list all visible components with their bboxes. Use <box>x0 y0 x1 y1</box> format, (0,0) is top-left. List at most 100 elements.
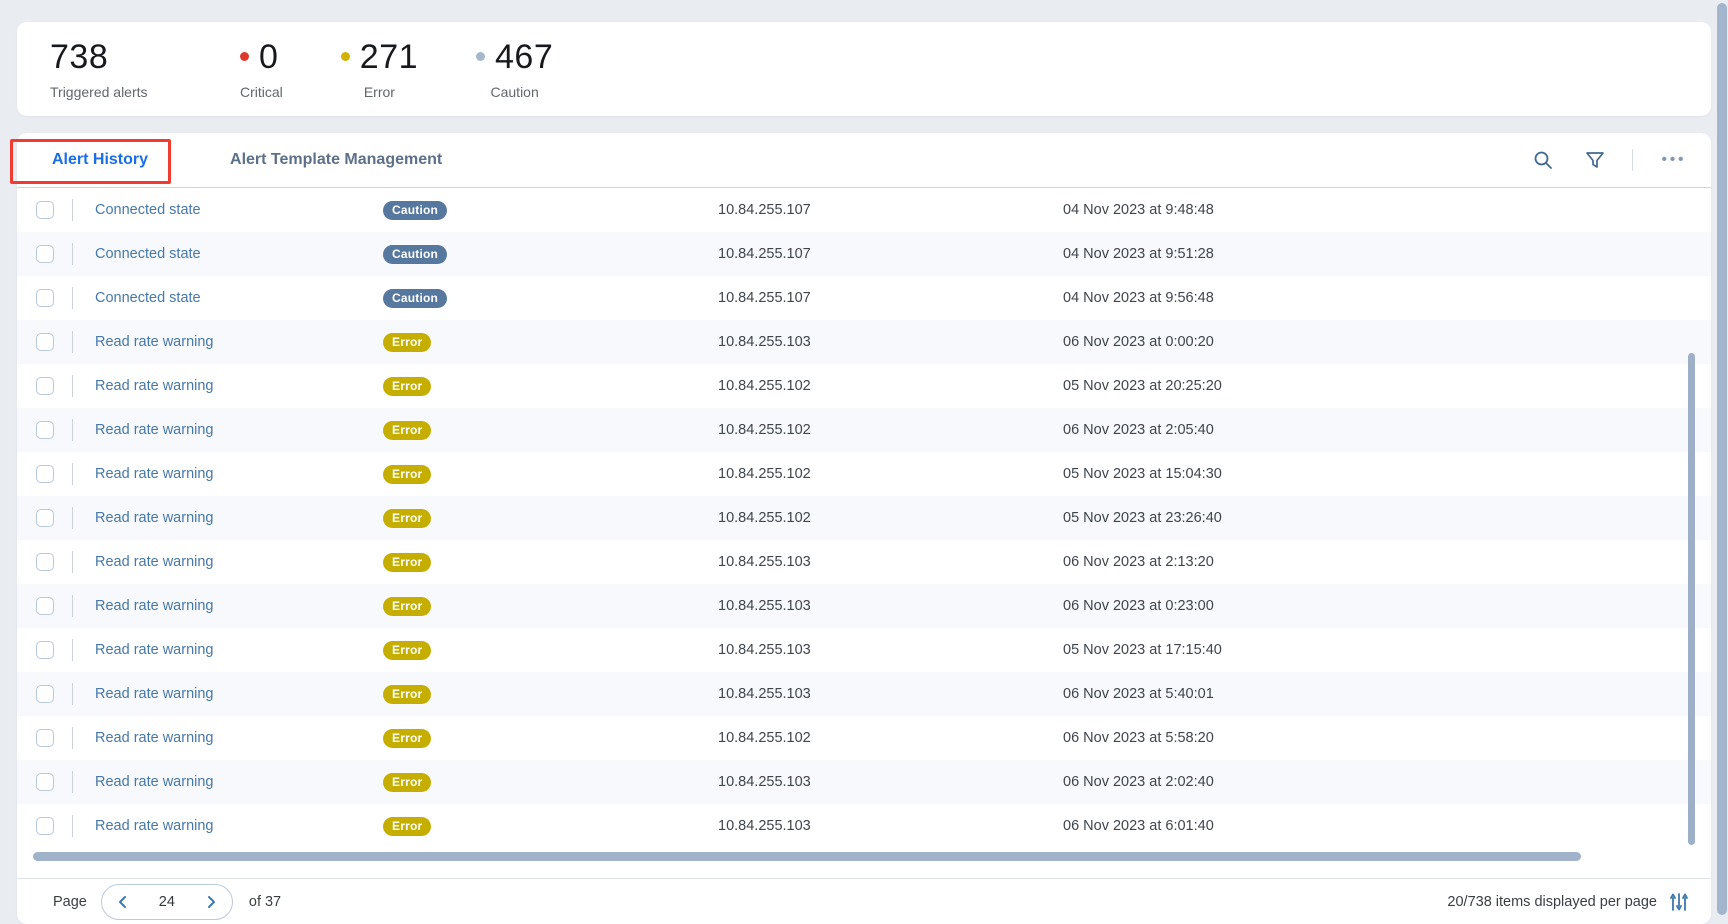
table-row: Read rate warning Error 10.84.255.102 05… <box>17 364 1711 408</box>
row-checkbox[interactable] <box>36 553 54 571</box>
alert-time: 05 Nov 2023 at 23:26:40 <box>1063 510 1711 526</box>
caution-label: Caution <box>491 84 539 100</box>
alert-name-link[interactable]: Read rate warning <box>95 334 383 350</box>
alert-ip: 10.84.255.103 <box>718 554 1063 570</box>
alert-name-link[interactable]: Read rate warning <box>95 598 383 614</box>
severity-badge: Error <box>383 333 431 352</box>
page-size-settings-icon[interactable] <box>1669 892 1689 912</box>
table-row: Read rate warning Error 10.84.255.102 06… <box>17 408 1711 452</box>
caution-count: 467 <box>495 39 553 75</box>
alert-time: 06 Nov 2023 at 5:58:20 <box>1063 730 1711 746</box>
table-row: Read rate warning Error 10.84.255.103 05… <box>17 628 1711 672</box>
row-checkbox[interactable] <box>36 377 54 395</box>
alert-name-link[interactable]: Read rate warning <box>95 774 383 790</box>
alert-time: 04 Nov 2023 at 9:48:48 <box>1063 202 1711 218</box>
alert-time: 06 Nov 2023 at 0:23:00 <box>1063 598 1711 614</box>
table-row: Read rate warning Error 10.84.255.102 06… <box>17 716 1711 760</box>
alert-name-link[interactable]: Read rate warning <box>95 818 383 834</box>
alert-name-link[interactable]: Connected state <box>95 290 383 306</box>
alerts-summary-card: 738 Triggered alerts 0 Critical 271 Erro… <box>17 22 1711 116</box>
table-row: Connected state Caution 10.84.255.107 04… <box>17 232 1711 276</box>
alert-name-link[interactable]: Read rate warning <box>95 510 383 526</box>
alert-name-link[interactable]: Read rate warning <box>95 686 383 702</box>
row-divider <box>72 199 73 221</box>
row-checkbox[interactable] <box>36 289 54 307</box>
row-checkbox[interactable] <box>36 685 54 703</box>
row-divider <box>72 639 73 661</box>
table-toolbar: ••• <box>1502 149 1685 171</box>
alert-history-panel: Alert History Alert Template Management … <box>17 133 1711 924</box>
table-vertical-scrollbar[interactable] <box>1688 353 1695 845</box>
row-checkbox[interactable] <box>36 201 54 219</box>
alert-name-link[interactable]: Read rate warning <box>95 422 383 438</box>
table-row: Read rate warning Error 10.84.255.103 06… <box>17 584 1711 628</box>
table-row: Read rate warning Error 10.84.255.102 05… <box>17 496 1711 540</box>
row-divider <box>72 683 73 705</box>
alert-name-link[interactable]: Read rate warning <box>95 466 383 482</box>
items-per-page-label: 20/738 items displayed per page <box>1447 894 1657 910</box>
alert-name-link[interactable]: Connected state <box>95 246 383 262</box>
page-label: Page <box>53 894 87 910</box>
tab-alert-history[interactable]: Alert History <box>52 151 148 169</box>
critical-count: 0 <box>259 39 278 75</box>
alert-ip: 10.84.255.103 <box>718 774 1063 790</box>
row-checkbox[interactable] <box>36 773 54 791</box>
horizontal-scrollbar[interactable] <box>33 852 1581 861</box>
alert-ip: 10.84.255.103 <box>718 642 1063 658</box>
row-checkbox[interactable] <box>36 333 54 351</box>
triggered-alerts-label: Triggered alerts <box>50 84 240 100</box>
alert-time: 06 Nov 2023 at 2:02:40 <box>1063 774 1711 790</box>
row-checkbox[interactable] <box>36 509 54 527</box>
row-divider <box>72 595 73 617</box>
row-divider <box>72 815 73 837</box>
row-checkbox[interactable] <box>36 465 54 483</box>
page-vertical-scrollbar[interactable] <box>1717 3 1727 915</box>
severity-badge: Error <box>383 597 431 616</box>
critical-dot-icon <box>240 52 249 61</box>
alert-time: 06 Nov 2023 at 5:40:01 <box>1063 686 1711 702</box>
row-checkbox[interactable] <box>36 817 54 835</box>
alert-time: 05 Nov 2023 at 20:25:20 <box>1063 378 1711 394</box>
severity-badge: Error <box>383 729 431 748</box>
row-checkbox[interactable] <box>36 729 54 747</box>
next-page-icon[interactable] <box>203 894 219 910</box>
page-stepper: 24 <box>101 884 233 920</box>
row-divider <box>72 419 73 441</box>
table-row: Connected state Caution 10.84.255.107 04… <box>17 188 1711 232</box>
row-divider <box>72 507 73 529</box>
row-checkbox[interactable] <box>36 641 54 659</box>
alert-name-link[interactable]: Connected state <box>95 202 383 218</box>
tab-alert-template-management[interactable]: Alert Template Management <box>230 151 442 169</box>
current-page-input[interactable]: 24 <box>159 894 175 910</box>
filter-icon[interactable] <box>1584 149 1606 171</box>
alert-name-link[interactable]: Read rate warning <box>95 554 383 570</box>
severity-badge: Caution <box>383 245 447 264</box>
row-checkbox[interactable] <box>36 597 54 615</box>
tabs-bar: Alert History Alert Template Management … <box>17 133 1711 188</box>
alert-ip: 10.84.255.103 <box>718 686 1063 702</box>
search-icon[interactable] <box>1532 149 1554 171</box>
alert-name-link[interactable]: Read rate warning <box>95 378 383 394</box>
table-row: Read rate warning Error 10.84.255.103 06… <box>17 672 1711 716</box>
row-checkbox[interactable] <box>36 421 54 439</box>
row-divider <box>72 331 73 353</box>
alert-time: 06 Nov 2023 at 2:13:20 <box>1063 554 1711 570</box>
table-row: Connected state Caution 10.84.255.107 04… <box>17 276 1711 320</box>
alert-name-link[interactable]: Read rate warning <box>95 730 383 746</box>
alert-ip: 10.84.255.107 <box>718 290 1063 306</box>
alert-ip: 10.84.255.102 <box>718 466 1063 482</box>
alert-time: 04 Nov 2023 at 9:56:48 <box>1063 290 1711 306</box>
more-options-icon[interactable]: ••• <box>1663 149 1685 171</box>
alert-ip: 10.84.255.103 <box>718 598 1063 614</box>
alert-name-link[interactable]: Read rate warning <box>95 642 383 658</box>
row-divider <box>72 551 73 573</box>
previous-page-icon[interactable] <box>115 894 131 910</box>
row-divider <box>72 287 73 309</box>
severity-badge: Caution <box>383 289 447 308</box>
severity-badge: Caution <box>383 201 447 220</box>
severity-badge: Error <box>383 509 431 528</box>
severity-badge: Error <box>383 641 431 660</box>
row-checkbox[interactable] <box>36 245 54 263</box>
alert-time: 06 Nov 2023 at 6:01:40 <box>1063 818 1711 834</box>
error-label: Error <box>364 84 395 100</box>
